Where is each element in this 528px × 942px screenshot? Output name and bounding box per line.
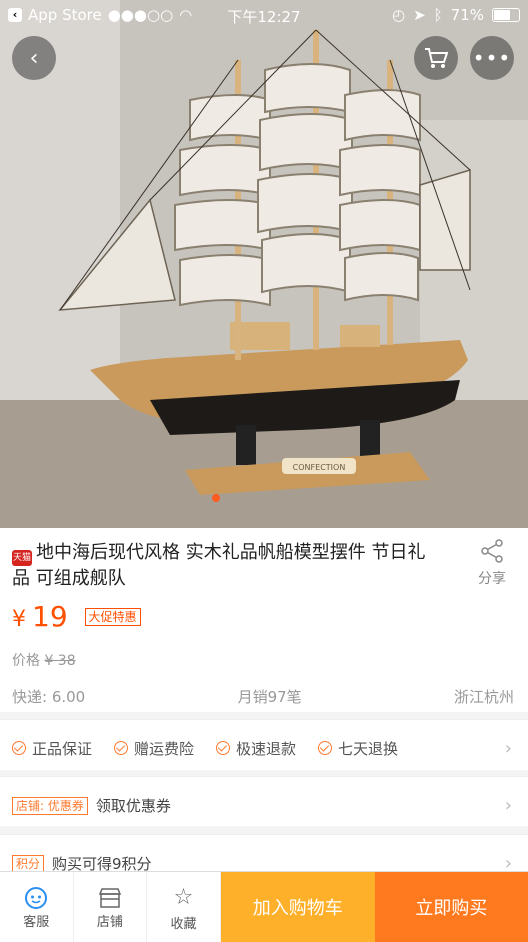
store-icon xyxy=(98,887,121,908)
promo-tag: 大促特惠 xyxy=(84,608,141,626)
store-button[interactable]: 店铺 xyxy=(74,872,148,942)
product-title-text: 地中海后现代风格 实木礼品帆船模型摆件 节日礼品 可组成舰队 xyxy=(12,542,426,589)
battery-percent: 71% xyxy=(450,6,484,24)
monthly-sales: 月销97笔 xyxy=(237,688,302,706)
more-dots-icon: ••• xyxy=(472,46,512,70)
coupon-text: 领取优惠券 xyxy=(95,797,171,815)
alarm-icon: ◴ xyxy=(391,6,406,24)
points-tag: 积分 xyxy=(12,854,45,873)
chevron-right-icon: › xyxy=(504,795,512,816)
cart-icon xyxy=(425,48,448,68)
status-bar: ‹ App Store ●●●○○ ◠ 下午12:27 ◴ ➤ ᛒ 71% xyxy=(0,0,528,32)
guarantee-item: 七天退换 xyxy=(318,738,398,759)
bluetooth-icon: ᛒ xyxy=(433,6,443,24)
location-icon: ➤ xyxy=(413,6,426,24)
cart-button[interactable] xyxy=(414,36,458,80)
store-label: 店铺 xyxy=(96,914,123,930)
check-icon xyxy=(216,741,231,755)
share-label: 分享 xyxy=(478,571,506,587)
battery-icon xyxy=(492,8,520,22)
buy-now-button[interactable]: 立即购买 xyxy=(374,872,528,942)
bottom-action-bar: 客服 店铺 ☆ 收藏 加入购物车 立即购买 xyxy=(0,871,528,942)
guarantee-item: 正品保证 xyxy=(12,738,92,759)
original-price-value: ¥ 38 xyxy=(44,653,76,669)
tmall-badge: 天猫 xyxy=(12,550,32,566)
chevron-right-icon: › xyxy=(504,738,512,759)
chevron-left-icon: ‹ xyxy=(29,45,39,71)
shipping-fee: 快递: 6.00 xyxy=(12,688,86,706)
guarantee-item: 赠运费险 xyxy=(114,738,194,759)
favorite-button[interactable]: ☆ 收藏 xyxy=(147,872,221,942)
shipping-sales-location: 快递: 6.00 月销97笔 浙江杭州 xyxy=(12,686,514,707)
ship-model-illustration: CONFECTION xyxy=(0,0,528,528)
share-button[interactable]: 分享 xyxy=(470,538,514,588)
price-currency: ¥ xyxy=(12,607,26,632)
guarantee-label: 赠运费险 xyxy=(134,739,195,758)
favorite-label: 收藏 xyxy=(170,916,197,932)
check-icon xyxy=(318,741,333,755)
price: ¥19 大促特惠 xyxy=(12,600,141,633)
original-price: 价格 ¥ 38 xyxy=(12,650,76,670)
guarantee-label: 正品保证 xyxy=(32,739,93,758)
coupon-row[interactable]: 店铺: 优惠券 领取优惠券 › xyxy=(0,776,528,833)
check-icon xyxy=(12,741,26,755)
ship-from-location: 浙江杭州 xyxy=(453,688,514,706)
chat-bot-icon xyxy=(25,886,48,909)
product-title: 天猫 地中海后现代风格 实木礼品帆船模型摆件 节日礼品 可组成舰队 xyxy=(12,540,442,591)
more-button[interactable]: ••• xyxy=(470,36,514,80)
guarantee-label: 七天退换 xyxy=(338,739,399,758)
coupon-tag: 店铺: 优惠券 xyxy=(12,796,88,815)
original-price-label: 价格 xyxy=(12,653,40,669)
star-icon: ☆ xyxy=(173,884,194,910)
back-button[interactable]: ‹ xyxy=(12,36,56,80)
customer-service-label: 客服 xyxy=(23,914,50,930)
guarantee-label: 极速退款 xyxy=(236,739,297,758)
stand-plaque-text: CONFECTION xyxy=(293,463,346,472)
guarantee-item: 极速退款 xyxy=(216,738,296,759)
add-to-cart-button[interactable]: 加入购物车 xyxy=(220,872,375,942)
guarantees-row[interactable]: 正品保证 赠运费险 极速退款 七天退换 › xyxy=(0,719,528,776)
image-carousel-indicator xyxy=(212,494,220,502)
share-icon xyxy=(481,539,503,563)
price-value: 19 xyxy=(32,600,68,633)
check-icon xyxy=(114,741,129,755)
product-image[interactable]: CONFECTION ‹ App Store ●●●○○ ◠ 下午12:27 ◴… xyxy=(0,0,528,528)
customer-service-button[interactable]: 客服 xyxy=(0,872,74,942)
